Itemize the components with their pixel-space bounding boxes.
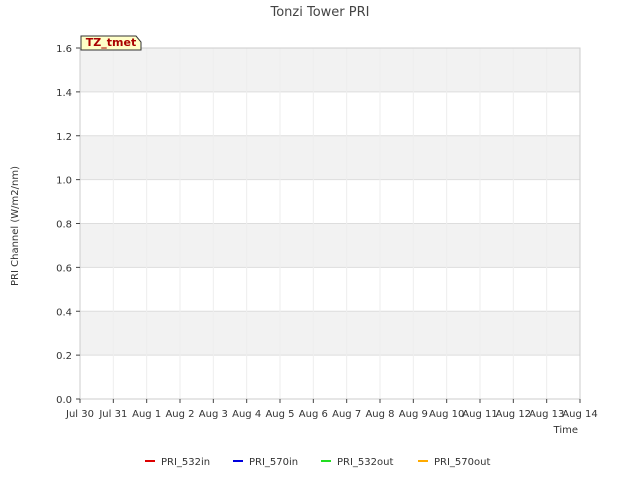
- y-tick-label: 1.2: [56, 132, 72, 143]
- plot-band: [80, 311, 580, 356]
- legend-label: PRI_532in: [161, 457, 210, 468]
- x-tick-label: Aug 1: [132, 409, 161, 420]
- x-tick-label: Jul 30: [65, 409, 94, 420]
- x-tick-label: Aug 12: [496, 409, 531, 420]
- legend-label: PRI_570in: [249, 457, 298, 468]
- x-tick-label: Aug 7: [332, 409, 361, 420]
- x-tick-label: Aug 8: [365, 409, 394, 420]
- x-tick-label: Aug 11: [462, 409, 497, 420]
- y-tick-label: 1.4: [56, 88, 72, 99]
- y-tick-label: 0.2: [56, 351, 72, 362]
- plot-band: [80, 179, 580, 224]
- plot-band: [80, 223, 580, 268]
- x-tick-label: Aug 3: [199, 409, 228, 420]
- plot-band: [80, 91, 580, 136]
- x-tick-label: Aug 13: [529, 409, 564, 420]
- x-tick-label: Aug 9: [399, 409, 428, 420]
- tag-text: TZ_tmet: [86, 36, 136, 49]
- chart-container: Jul 30 Jul 31 Aug 1 Aug 2 Aug 3 Aug 4 Aug 5 Aug…: [0, 0, 640, 480]
- chart-title: Tonzi Tower PRI: [270, 5, 370, 20]
- legend-label: PRI_532out: [337, 457, 393, 468]
- x-tick-label: Aug 6: [299, 409, 328, 420]
- y-tick-label: 0.8: [56, 220, 72, 231]
- plot-band: [80, 355, 580, 399]
- pri-line-chart: Jul 30 Jul 31 Aug 1 Aug 2 Aug 3 Aug 4 Aug 5 Aug…: [0, 0, 640, 480]
- plot-band: [80, 48, 580, 92]
- x-tick-label: Aug 2: [165, 409, 194, 420]
- x-tick-label: Aug 10: [429, 409, 464, 420]
- plot-band: [80, 135, 580, 180]
- y-tick-label: 1.0: [56, 176, 72, 187]
- y-tick-label: 1.6: [56, 44, 72, 55]
- x-tick-label: Jul 31: [98, 409, 127, 420]
- x-tick-label: Aug 14: [562, 409, 597, 420]
- x-tick-label: Aug 5: [265, 409, 294, 420]
- x-tick-label: Aug 4: [232, 409, 261, 420]
- y-axis-label: PRI Channel (W/m2/nm): [10, 166, 21, 286]
- y-tick-label: 0.6: [56, 263, 72, 274]
- y-tick-label: 0.0: [56, 395, 72, 406]
- y-tick-label: 0.4: [56, 307, 72, 318]
- x-axis-label: Time: [553, 425, 578, 436]
- tag-label: TZ_tmet: [80, 35, 142, 51]
- plot-band: [80, 267, 580, 312]
- legend-label: PRI_570out: [434, 457, 490, 468]
